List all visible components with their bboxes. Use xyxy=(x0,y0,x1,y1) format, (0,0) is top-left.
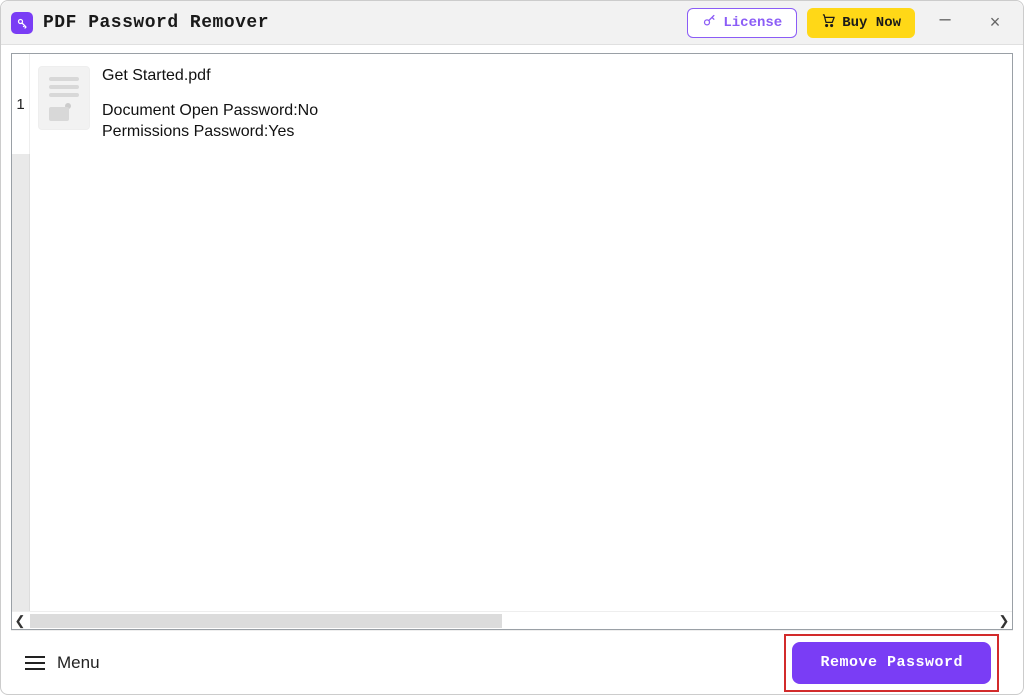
app-window: PDF Password Remover License Buy Now – xyxy=(0,0,1024,695)
scroll-left-arrow-icon[interactable]: ❮ xyxy=(12,613,28,629)
permissions-password-line: Permissions Password:Yes xyxy=(102,122,318,143)
file-name: Get Started.pdf xyxy=(102,66,318,87)
scrollbar-thumb[interactable] xyxy=(30,614,502,628)
file-row[interactable]: Get Started.pdf Document Open Password:N… xyxy=(36,62,1006,146)
file-list-frame: 1 Get Started.pdf Document Open Password… xyxy=(11,53,1013,630)
row-number-gutter: 1 xyxy=(12,54,30,611)
hamburger-icon xyxy=(25,656,45,670)
cart-icon xyxy=(821,13,836,33)
close-button[interactable]: × xyxy=(975,8,1015,38)
license-button[interactable]: License xyxy=(687,8,797,38)
scrollbar-track[interactable] xyxy=(30,614,994,628)
file-list-body: 1 Get Started.pdf Document Open Password… xyxy=(12,54,1012,611)
title-bar: PDF Password Remover License Buy Now – xyxy=(1,1,1023,45)
open-password-line: Document Open Password:No xyxy=(102,101,318,122)
file-meta: Get Started.pdf Document Open Password:N… xyxy=(102,66,318,142)
scroll-right-arrow-icon[interactable]: ❯ xyxy=(996,613,1012,629)
app-icon xyxy=(11,12,33,34)
remove-password-highlight: Remove Password xyxy=(784,634,999,692)
license-label: License xyxy=(723,15,782,31)
main-panel: 1 Get Started.pdf Document Open Password… xyxy=(1,45,1023,694)
buy-now-label: Buy Now xyxy=(842,15,901,31)
key-icon xyxy=(702,13,717,33)
buy-now-button[interactable]: Buy Now xyxy=(807,8,915,38)
menu-label: Menu xyxy=(57,653,100,673)
row-number: 1 xyxy=(12,54,30,154)
gutter-filler xyxy=(12,154,30,611)
remove-password-button[interactable]: Remove Password xyxy=(792,642,991,684)
remove-password-label: Remove Password xyxy=(820,654,963,671)
file-thumbnail-icon xyxy=(38,66,90,130)
menu-button[interactable]: Menu xyxy=(25,653,100,673)
footer-bar: Menu Remove Password xyxy=(11,630,1013,694)
minimize-button[interactable]: – xyxy=(925,8,965,38)
horizontal-scrollbar[interactable]: ❮ ❯ xyxy=(12,611,1012,629)
app-title: PDF Password Remover xyxy=(43,13,269,33)
file-list-content: Get Started.pdf Document Open Password:N… xyxy=(30,54,1012,611)
